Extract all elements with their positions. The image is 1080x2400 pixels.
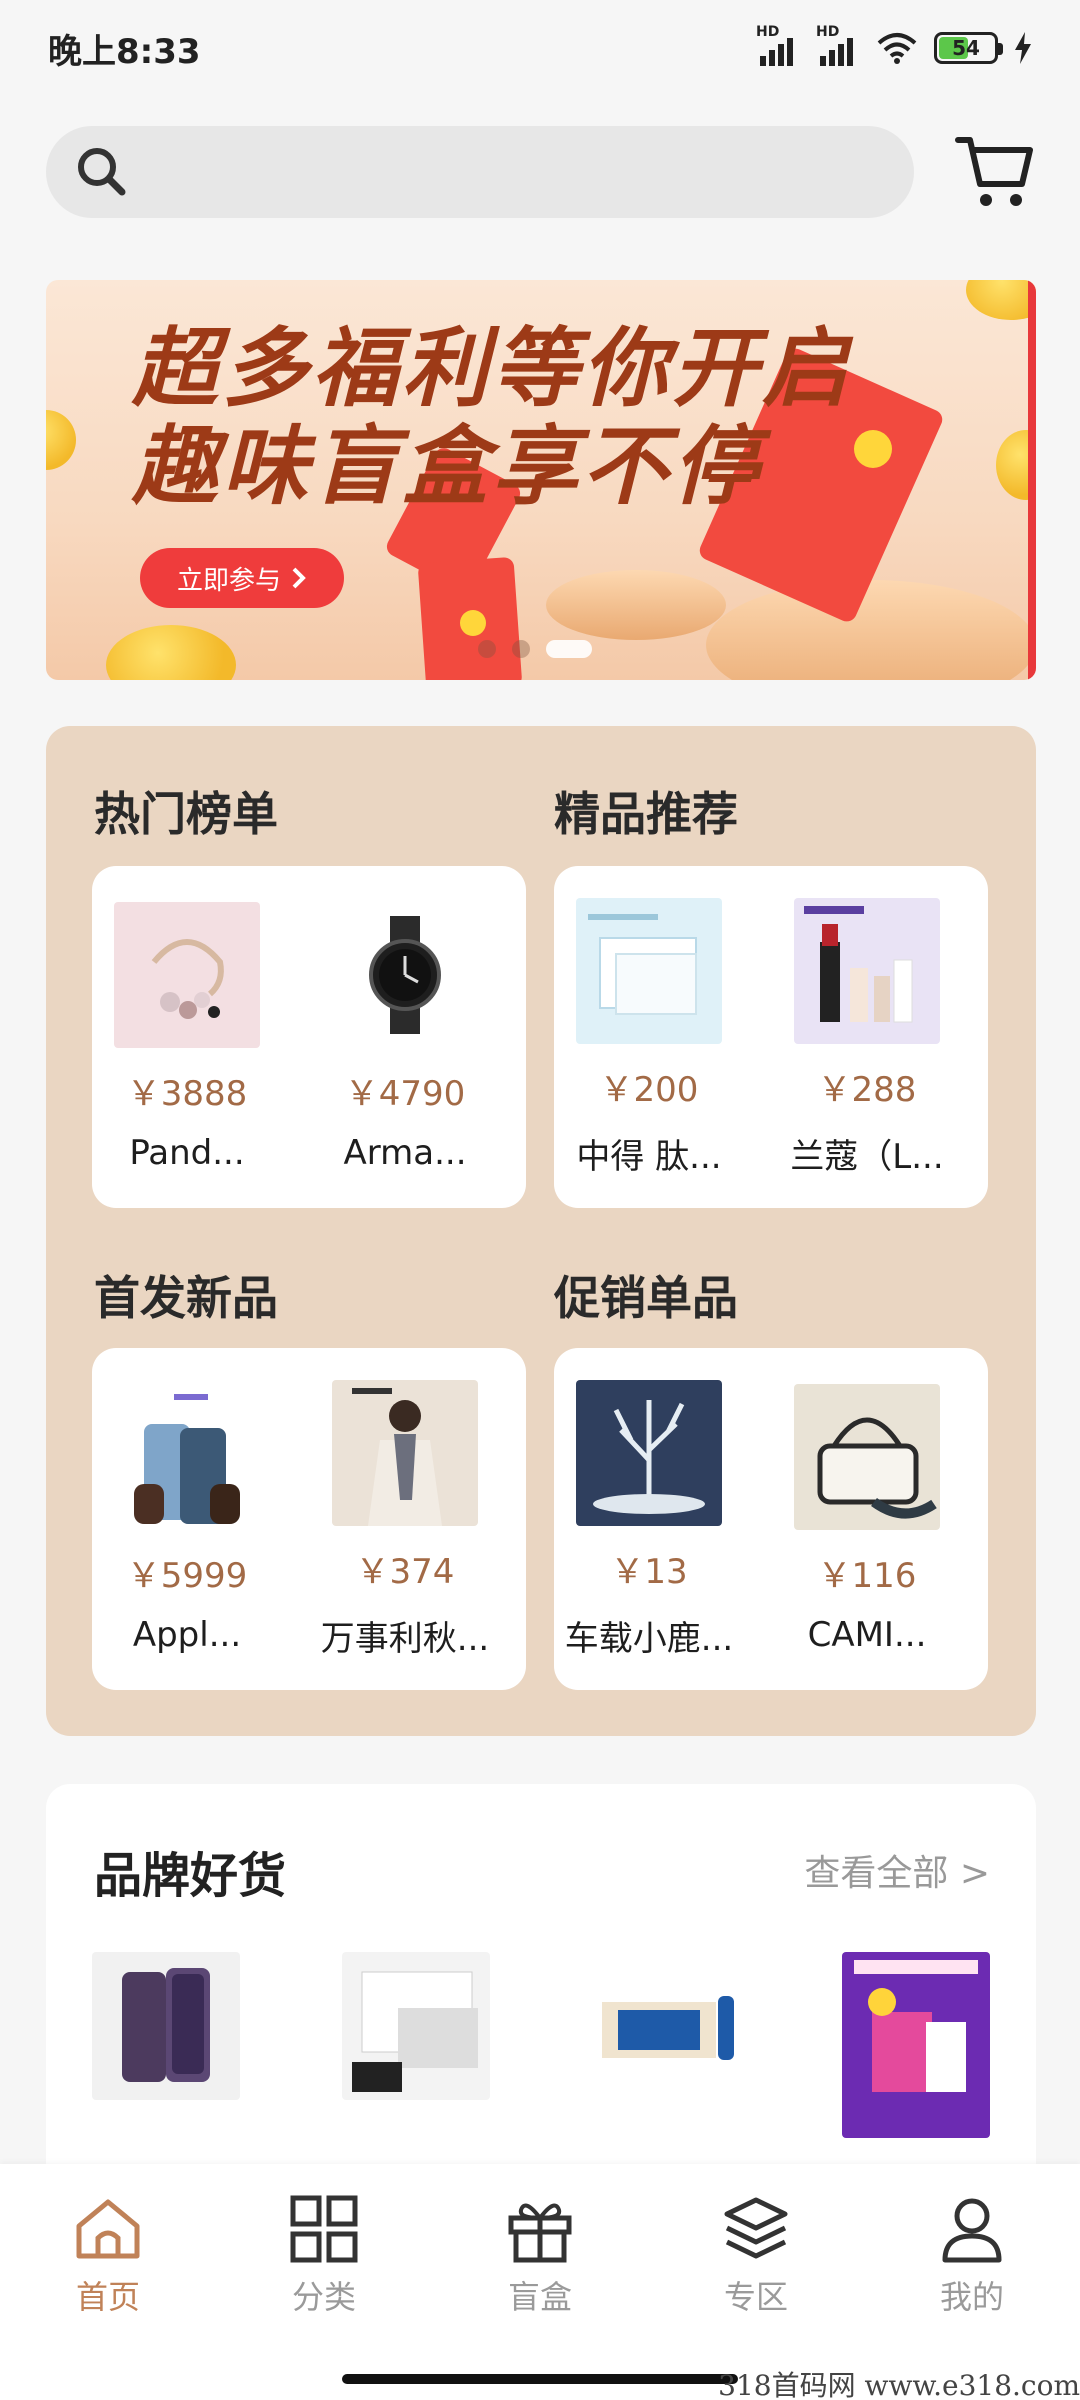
gift-icon xyxy=(508,2203,572,2263)
product-image-deer-ornament xyxy=(576,1380,722,1526)
product-item[interactable]: ￥5999 Appl... xyxy=(92,1384,282,1655)
product-price: ￥288 xyxy=(817,1070,917,1110)
product-image-mask xyxy=(576,898,722,1044)
hd-label-2: HD xyxy=(816,24,840,40)
status-icons: HD HD 54 xyxy=(756,24,1032,66)
cart-icon[interactable] xyxy=(954,132,1036,210)
view-all-link[interactable]: 查看全部 > xyxy=(804,1844,990,1896)
nav-home[interactable]: 首页 xyxy=(38,2194,178,2318)
user-icon xyxy=(942,2198,1002,2263)
product-price: ￥200 xyxy=(599,1070,699,1110)
product-price: ￥4790 xyxy=(344,1074,466,1114)
search-icon xyxy=(78,148,126,196)
layers-icon xyxy=(724,2197,788,2259)
nav-category-label: 分类 xyxy=(291,2278,356,2316)
battery-level: 54 xyxy=(952,36,980,60)
product-name: Appl... xyxy=(132,1615,242,1655)
grid-icon xyxy=(290,2195,358,2263)
promo-banner[interactable]: 超多福利等你开启 趣味盲盒享不停 立即参与 xyxy=(46,280,1036,680)
product-image-lipstick-set xyxy=(794,898,940,1044)
nav-profile[interactable]: 我的 xyxy=(902,2194,1042,2318)
product-image-watch xyxy=(332,902,478,1048)
nav-zone-label: 专区 xyxy=(723,2278,788,2316)
section-title-new[interactable]: 首发新品 xyxy=(94,1262,278,1328)
section-title-hot[interactable]: 热门榜单 xyxy=(94,778,278,844)
page-dot[interactable] xyxy=(512,640,530,658)
nav-blindbox-label: 盲盒 xyxy=(507,2278,572,2316)
nav-blindbox[interactable]: 盲盒 xyxy=(470,2194,610,2318)
home-icon xyxy=(76,2199,140,2259)
product-name: Pand... xyxy=(129,1133,245,1173)
charging-icon xyxy=(1015,32,1031,64)
status-bar: 晚上8:33 HD HD 54 xyxy=(0,0,1080,96)
product-item[interactable]: ￥4790 Arma... xyxy=(310,902,500,1173)
battery-icon: 54 xyxy=(934,32,1003,64)
brand-section-title: 品牌好货 xyxy=(94,1848,287,1904)
product-item[interactable]: ￥200 中得 肽... xyxy=(554,898,744,1178)
product-item[interactable]: ￥288 兰蔻（L... xyxy=(772,898,962,1178)
banner-pagination xyxy=(478,640,592,658)
search-bar[interactable] xyxy=(46,126,914,218)
hd-label: HD xyxy=(756,24,780,40)
brand-goods-section: 品牌好货 查看全部 > xyxy=(46,1784,1036,2184)
wifi-icon xyxy=(877,33,917,64)
page-dot[interactable] xyxy=(478,640,496,658)
featured-categories: 热门榜单 ￥3888 Pand... ￥4790 Arma... 精品推荐 ￥2… xyxy=(46,726,1036,1736)
product-price: ￥13 xyxy=(610,1552,688,1592)
nav-zone[interactable]: 专区 xyxy=(686,2194,826,2318)
product-image-scarf xyxy=(332,1380,478,1526)
product-name: 车载小鹿... xyxy=(564,1619,734,1659)
product-image-handbag xyxy=(794,1384,940,1530)
brand-product-protein[interactable] xyxy=(842,1952,990,2138)
new-arrivals-card: ￥5999 Appl... ￥374 万事利秋... xyxy=(92,1348,526,1690)
product-name: 兰蔻（L... xyxy=(790,1137,944,1177)
product-price: ￥374 xyxy=(355,1552,455,1592)
nav-category[interactable]: 分类 xyxy=(254,2194,394,2318)
status-time: 晚上8:33 xyxy=(48,31,201,72)
brand-product-phone[interactable] xyxy=(92,1952,240,2100)
join-now-button[interactable]: 立即参与 xyxy=(140,548,344,608)
promo-card: ￥13 车载小鹿... ￥116 CAMI... xyxy=(554,1348,988,1690)
product-price: ￥116 xyxy=(817,1556,917,1596)
join-now-label: 立即参与 xyxy=(176,565,281,596)
recommended-card: ￥200 中得 肽... ￥288 兰蔻（L... xyxy=(554,866,988,1208)
product-item[interactable]: ￥374 万事利秋... xyxy=(310,1380,500,1660)
chevron-right-icon xyxy=(292,567,306,589)
product-item[interactable]: ￥13 车载小鹿... xyxy=(554,1380,744,1660)
page-dot-active[interactable] xyxy=(546,640,592,658)
brand-product-supplement[interactable] xyxy=(592,1952,740,2100)
section-title-promo[interactable]: 促销单品 xyxy=(554,1262,738,1328)
product-item[interactable]: ￥116 CAMI... xyxy=(772,1384,962,1655)
banner-headline-2: 趣味盲盒享不停 xyxy=(132,416,762,517)
hot-list-card: ￥3888 Pand... ￥4790 Arma... xyxy=(92,866,526,1208)
nav-home-label: 首页 xyxy=(75,2278,140,2316)
home-indicator[interactable] xyxy=(342,2374,738,2384)
product-name: 中得 肽... xyxy=(576,1137,722,1177)
product-name: Arma... xyxy=(343,1133,467,1173)
signal-icon: HD xyxy=(756,24,800,66)
nav-profile-label: 我的 xyxy=(939,2278,1004,2316)
product-image-iphone xyxy=(114,1384,260,1530)
brand-product-gift-card[interactable] xyxy=(342,1952,490,2100)
product-name: CAMI... xyxy=(807,1615,927,1655)
product-item[interactable]: ￥3888 Pand... xyxy=(92,902,282,1173)
section-title-recommended[interactable]: 精品推荐 xyxy=(554,778,738,844)
product-image-bracelet xyxy=(114,902,260,1048)
product-name: 万事利秋... xyxy=(320,1619,490,1659)
signal-icon-2: HD xyxy=(816,24,860,66)
product-price: ￥3888 xyxy=(126,1074,248,1114)
watermark: 318首码网 www.e318.com xyxy=(718,2369,1080,2400)
product-price: ￥5999 xyxy=(126,1556,248,1596)
